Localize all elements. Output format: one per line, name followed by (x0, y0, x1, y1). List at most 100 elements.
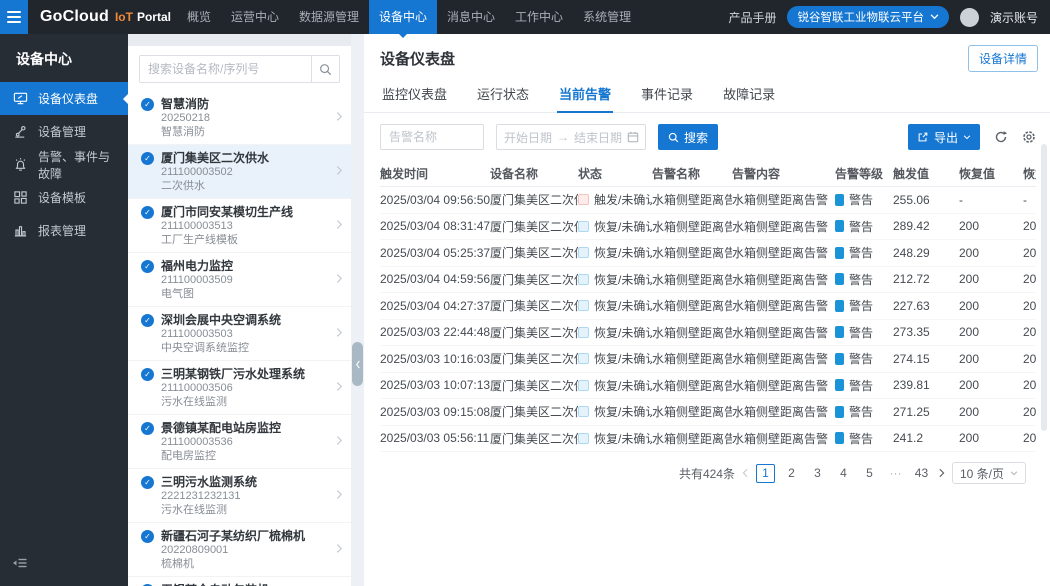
table-row[interactable]: 2025/03/04 09:56:50 厦门集美区二次供水 触发/未确认 水箱侧… (380, 187, 1036, 214)
gear-icon[interactable] (1022, 130, 1036, 144)
device-list-item[interactable]: ✓ 新疆石河子某纺织厂梳棉机 20220809001 梳棉机 (128, 523, 351, 577)
device-serial: 211100003509 (161, 274, 336, 287)
date-range-picker[interactable]: 开始日期 → 结束日期 (496, 124, 646, 150)
table-row[interactable]: 2025/03/04 08:31:47 厦门集美区二次供水 恢复/未确认 水箱侧… (380, 214, 1036, 241)
cell-device-name: 厦门集美区二次供水 (490, 350, 578, 367)
table-row[interactable]: 2025/03/03 09:15:08 厦门集美区二次供水 恢复/未确认 水箱侧… (380, 399, 1036, 426)
collapse-menu-icon (12, 555, 28, 571)
account-name[interactable]: 演示账号 (990, 9, 1038, 26)
device-list-item[interactable]: ✓ 深圳会展中央空调系统 211100003503 中央空调系统监控 (128, 307, 351, 361)
platform-selector[interactable]: 锐谷智联工业物联云平台 (787, 6, 949, 28)
search-button[interactable]: 搜索 (658, 124, 718, 150)
page-number[interactable]: ··· (886, 464, 905, 483)
app-logo: GoCloud IoT Portal (40, 8, 171, 26)
device-list-item[interactable]: ✓ 厦门集美区二次供水 211100003502 二次供水 (128, 145, 351, 199)
nav-item-device-center[interactable]: 设备中心 (369, 0, 437, 34)
device-detail-button[interactable]: 设备详情 (968, 45, 1038, 72)
export-button[interactable]: 导出 (908, 124, 980, 150)
cell-recover-time: 2025/03/04 08 (1023, 246, 1036, 260)
device-list-item[interactable]: ✓ 三明某钢铁厂污水处理系统 211100003506 污水在线监测 (128, 361, 351, 415)
platform-selector-label: 锐谷智联工业物联云平台 (797, 9, 924, 25)
device-info: 三明污水监测系统 2221231232131 污水在线监测 (161, 475, 336, 517)
alarm-name-input[interactable] (380, 124, 484, 150)
page-number[interactable]: 1 (756, 464, 775, 483)
cell-alarm-content: 水箱侧壁距离告警 (732, 297, 835, 314)
device-name: 三明污水监测系统 (161, 475, 336, 489)
total-count: 共有424条 (679, 465, 735, 482)
nav-item-system[interactable]: 系统管理 (573, 0, 641, 34)
column-header: 恢复时间 (1023, 165, 1036, 182)
page-title: 设备仪表盘 (380, 48, 455, 69)
cell-status: 触发/未确认 (578, 191, 652, 208)
cell-status: 恢复/未确认 (578, 430, 652, 447)
sidebar-item-report-management[interactable]: 报表管理 (0, 214, 128, 247)
column-header: 设备名称 (490, 165, 578, 182)
cell-trigger-time: 2025/03/03 05:56:11 (380, 431, 490, 445)
cell-trigger-value: 255.06 (893, 193, 959, 207)
device-template-name: 工厂生产线模板 (161, 234, 336, 247)
tab-monitor-dashboard[interactable]: 监控仪表盘 (380, 79, 449, 112)
sidebar-item-device-management[interactable]: 设备管理 (0, 115, 128, 148)
page-number[interactable]: 4 (834, 464, 853, 483)
table-scrollbar[interactable] (1041, 144, 1047, 431)
tab-current-alarms[interactable]: 当前告警 (557, 79, 613, 113)
table-row[interactable]: 2025/03/04 05:25:37 厦门集美区二次供水 恢复/未确认 水箱侧… (380, 240, 1036, 267)
prev-page-icon[interactable] (742, 468, 749, 478)
nav-item-overview[interactable]: 概览 (177, 0, 221, 34)
page-numbers: 1 2 3 4 5 ··· 43 (756, 464, 931, 483)
page-number[interactable]: 5 (860, 464, 879, 483)
hamburger-menu-icon[interactable] (0, 0, 28, 34)
tab-fault-records[interactable]: 故障记录 (721, 79, 777, 112)
page-size-select[interactable]: 10 条/页 (952, 462, 1026, 484)
device-info: 新疆石河子某纺织厂梳棉机 20220809001 梳棉机 (161, 529, 336, 571)
page-number[interactable]: 2 (782, 464, 801, 483)
cell-recover-time: 2025/03/04 09 (1023, 219, 1036, 233)
panel-collapse-handle[interactable] (352, 342, 363, 386)
device-list-item[interactable]: ✓ 厦门市同安某模切生产线 211100003513 工厂生产线模板 (128, 199, 351, 253)
device-list-item[interactable]: ✓ 景德镇某配电站房监控 211100003536 配电房监控 (128, 415, 351, 469)
nav-item-work-center[interactable]: 工作中心 (505, 0, 573, 34)
column-header: 状态 (578, 165, 652, 182)
tab-running-status[interactable]: 运行状态 (475, 79, 531, 112)
cell-recover-time: 2025/03/04 04 (1023, 299, 1036, 313)
device-list-item[interactable]: ✓ 福州电力监控 211100003509 电气图 (128, 253, 351, 307)
page-number[interactable]: 3 (808, 464, 827, 483)
sidebar-collapse-button[interactable] (12, 555, 28, 576)
nav-item-datasource[interactable]: 数据源管理 (289, 0, 369, 34)
next-page-icon[interactable] (938, 468, 945, 478)
sidenav-title: 设备中心 (0, 34, 128, 82)
status-icon (578, 406, 589, 417)
column-header: 触发值 (893, 165, 959, 182)
nav-item-message-center[interactable]: 消息中心 (437, 0, 505, 34)
table-row[interactable]: 2025/03/03 22:44:48 厦门集美区二次供水 恢复/未确认 水箱侧… (380, 320, 1036, 347)
avatar[interactable] (960, 8, 979, 27)
device-serial: 20220809001 (161, 544, 336, 557)
table-row[interactable]: 2025/03/03 10:07:13 厦门集美区二次供水 恢复/未确认 水箱侧… (380, 373, 1036, 400)
check-circle-icon: ✓ (141, 530, 154, 543)
sidebar-item-alarms-events-faults[interactable]: 告警、事件与故障 (0, 148, 128, 181)
sidebar-item-device-template[interactable]: 设备模板 (0, 181, 128, 214)
status-text: 恢复/未确认 (594, 324, 652, 341)
device-list-item[interactable]: ✓ 智慧消防 20250218 智慧消防 (128, 91, 351, 145)
table-row[interactable]: 2025/03/04 04:59:56 厦门集美区二次供水 恢复/未确认 水箱侧… (380, 267, 1036, 294)
chevron-right-icon (336, 271, 343, 289)
sidebar-item-device-dashboard[interactable]: 设备仪表盘 (0, 82, 128, 115)
table-row[interactable]: 2025/03/03 05:56:11 厦门集美区二次供水 恢复/未确认 水箱侧… (380, 426, 1036, 453)
cell-recover-value: 200 (959, 246, 1023, 260)
table-row[interactable]: 2025/03/03 10:16:03 厦门集美区二次供水 恢复/未确认 水箱侧… (380, 346, 1036, 373)
search-icon[interactable] (311, 56, 339, 82)
table-row[interactable]: 2025/03/04 04:27:37 厦门集美区二次供水 恢复/未确认 水箱侧… (380, 293, 1036, 320)
device-list-item[interactable]: ✓ 无锡某全自动包装机 20220729001 全自动包装机 (128, 577, 351, 586)
cell-trigger-time: 2025/03/04 09:56:50 (380, 193, 490, 207)
product-manual-link[interactable]: 产品手册 (728, 9, 776, 26)
page-number[interactable]: 43 (912, 464, 931, 483)
device-template-name: 污水在线监测 (161, 504, 336, 517)
device-search-input[interactable] (140, 56, 311, 82)
tab-event-records[interactable]: 事件记录 (639, 79, 695, 112)
chevron-down-icon (963, 135, 971, 140)
nav-item-operations[interactable]: 运营中心 (221, 0, 289, 34)
dashboard-icon (13, 91, 28, 106)
check-circle-icon: ✓ (141, 368, 154, 381)
refresh-icon[interactable] (994, 130, 1008, 144)
device-list-item[interactable]: ✓ 三明污水监测系统 2221231232131 污水在线监测 (128, 469, 351, 523)
